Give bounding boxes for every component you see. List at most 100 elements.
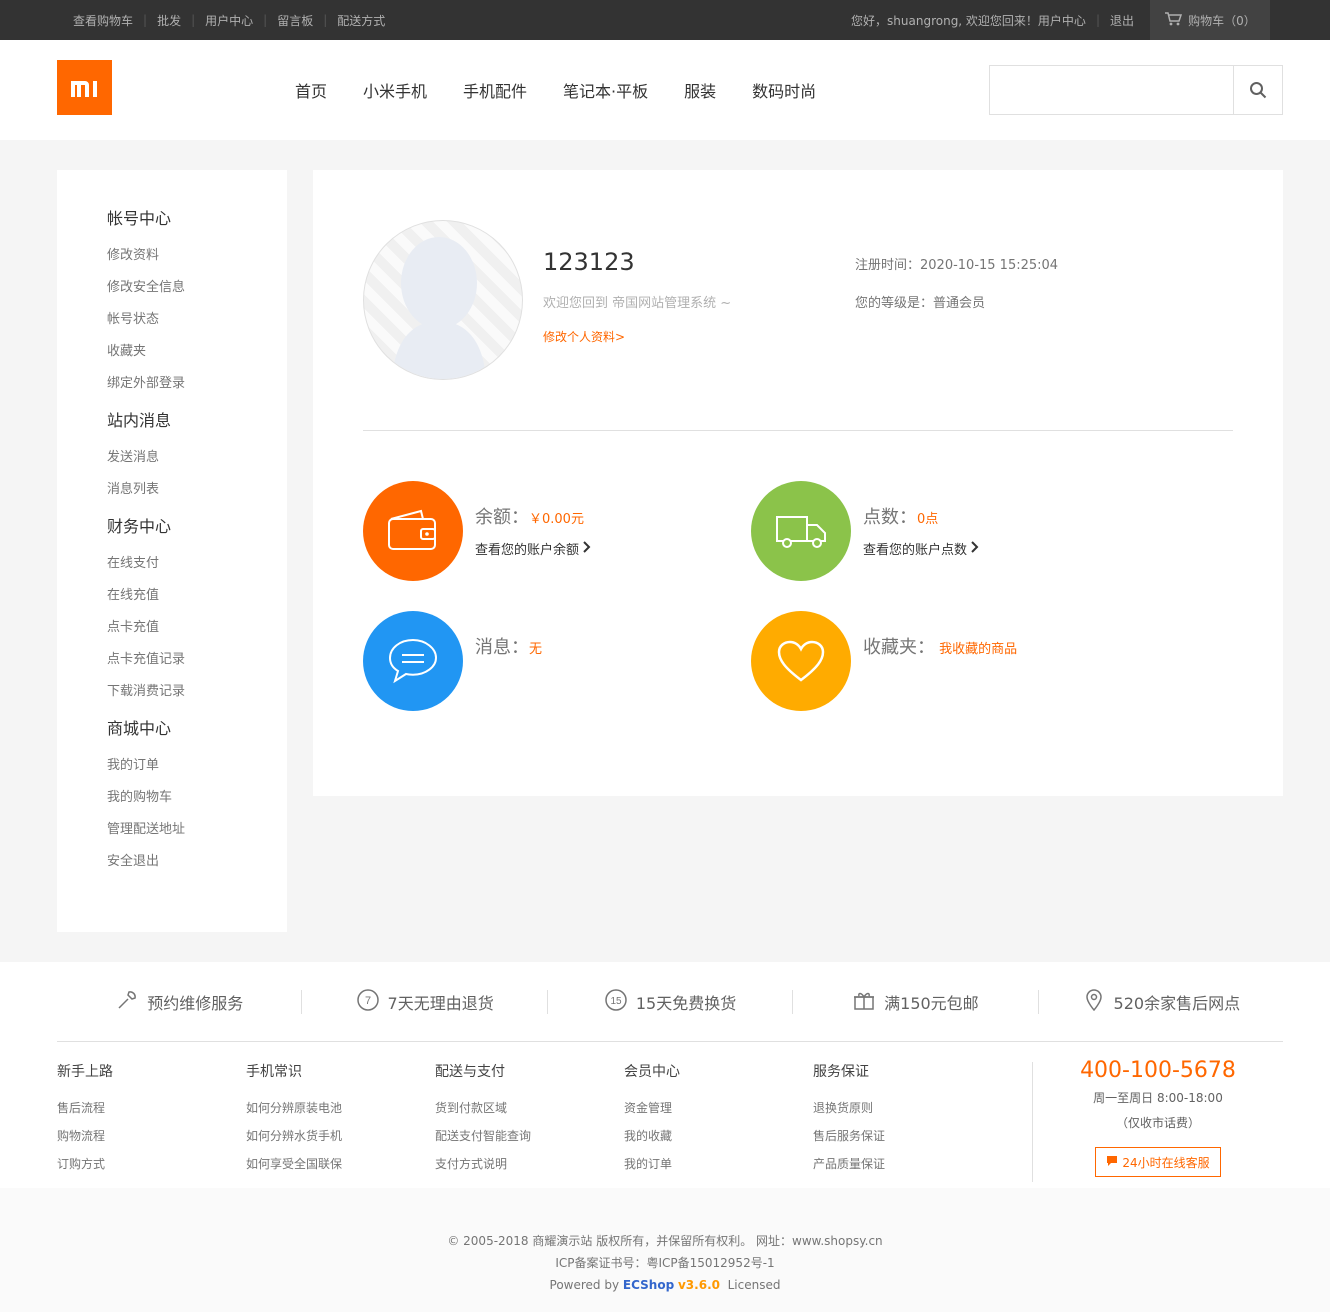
search-button[interactable]: [1233, 66, 1282, 114]
footer-link[interactable]: 配送支付智能查询: [435, 1122, 624, 1150]
footer-col-title: 新手上路: [57, 1064, 113, 1080]
service-free-shipping[interactable]: 满150元包邮: [793, 988, 1039, 1016]
divider: [363, 430, 1233, 431]
sidebar-item-send-message[interactable]: 发送消息: [107, 442, 287, 474]
gift-icon: [852, 988, 876, 1016]
separator: |: [143, 13, 148, 27]
edit-profile-link[interactable]: 修改个人资料>: [543, 328, 625, 345]
sidebar-item-my-orders[interactable]: 我的订单: [107, 750, 287, 782]
sidebar-item-card-recharge[interactable]: 点卡充值: [107, 612, 287, 644]
footer-link[interactable]: 如何分辨水货手机: [246, 1122, 435, 1150]
stat-favorites: 收藏夹： 我收藏的商品: [751, 611, 1017, 711]
cart-label: 购物车（0）: [1188, 13, 1256, 28]
mi-logo[interactable]: [57, 60, 112, 115]
sidebar-item-edit-profile[interactable]: 修改资料: [107, 240, 287, 272]
nav-xiaomi-phones[interactable]: 小米手机: [363, 78, 427, 102]
welcome-text: 欢迎您回到 帝国网站管理系统 ~: [543, 296, 732, 311]
nav-phone-accessories[interactable]: 手机配件: [463, 78, 527, 102]
member-level: 您的等级是：普通会员: [855, 296, 986, 311]
logout-link[interactable]: 退出: [1110, 12, 1134, 29]
user-greeting-link[interactable]: 您好，shuangrong, 欢迎您回来！用户中心: [851, 12, 1086, 29]
copyright-line: © 2005-2018 商耀演示站 版权所有，并保留所有权利。 网址：www.s…: [447, 1234, 883, 1248]
service-service-points[interactable]: 520余家售后网点: [1039, 988, 1283, 1014]
online-service-button[interactable]: 24小时在线客服: [1095, 1147, 1221, 1177]
top-right: 您好，shuangrong, 欢迎您回来！用户中心 | 退出 购物车（0）: [851, 0, 1270, 40]
footer-link[interactable]: 我的订单: [624, 1150, 813, 1178]
account-overview: 123123 欢迎您回到 帝国网站管理系统 ~ 修改个人资料> 注册时间：202…: [313, 170, 1283, 796]
footer-link[interactable]: 购物流程: [57, 1122, 246, 1150]
sidebar-group-messages: 站内消息 发送消息 消息列表: [107, 410, 287, 506]
online-service-label: 24小时在线客服: [1122, 1155, 1210, 1170]
footer-link[interactable]: 产品质量保证: [813, 1150, 1002, 1178]
top-link-shipping[interactable]: 配送方式: [337, 12, 385, 29]
sidebar-item-security-info[interactable]: 修改安全信息: [107, 272, 287, 304]
top-link-message-board[interactable]: 留言板: [277, 12, 313, 29]
footer-link[interactable]: 售后服务保证: [813, 1122, 1002, 1150]
copyright: © 2005-2018 商耀演示站 版权所有，并保留所有权利。 网址：www.s…: [0, 1188, 1330, 1312]
footer-link[interactable]: 支付方式说明: [435, 1150, 624, 1178]
sidebar-item-logout[interactable]: 安全退出: [107, 846, 287, 878]
service-label: 满150元包邮: [884, 993, 979, 1013]
top-link-user-center[interactable]: 用户中心: [205, 12, 253, 29]
service-7day-return[interactable]: 7 7天无理由退货: [302, 988, 548, 1014]
top-links: 查看购物车 | 批发 | 用户中心 | 留言板 | 配送方式: [73, 0, 385, 40]
ecshop-link[interactable]: ECShop: [623, 1278, 674, 1292]
wrench-icon: [115, 988, 139, 1016]
favorites-link[interactable]: 我收藏的商品: [939, 642, 1017, 657]
fifteen-day-icon: 15: [604, 988, 628, 1016]
main-nav: 首页 小米手机 手机配件 笔记本·平板 服装 数码时尚: [295, 40, 816, 140]
footer-link[interactable]: 退换货原则: [813, 1094, 1002, 1122]
sidebar-item-online-recharge[interactable]: 在线充值: [107, 580, 287, 612]
service-label: 预约维修服务: [147, 993, 244, 1013]
footer-link[interactable]: 货到付款区域: [435, 1094, 624, 1122]
separator: |: [1095, 13, 1100, 27]
footer-link[interactable]: 如何分辨原装电池: [246, 1094, 435, 1122]
footer-col-phone-tips: 手机常识 如何分辨原装电池 如何分辨水货手机 如何享受全国联保: [246, 1062, 435, 1178]
stat-messages: 消息：无: [363, 611, 542, 711]
sidebar-item-online-payment[interactable]: 在线支付: [107, 548, 287, 580]
service-repair[interactable]: 预约维修服务: [57, 988, 303, 1016]
chevron-right-icon: [583, 540, 591, 557]
footer-link[interactable]: 订购方式: [57, 1150, 246, 1178]
sidebar-item-account-status[interactable]: 帐号状态: [107, 304, 287, 336]
sidebar-item-card-recharge-log[interactable]: 点卡充值记录: [107, 644, 287, 676]
sidebar-group-finance: 财务中心 在线支付 在线充值 点卡充值 点卡充值记录 下载消费记录: [107, 516, 287, 708]
user-silhouette-icon: [392, 237, 486, 379]
footer-link[interactable]: 如何享受全国联保: [246, 1150, 435, 1178]
footer-link[interactable]: 我的收藏: [624, 1122, 813, 1150]
nav-laptops-tablets[interactable]: 笔记本·平板: [563, 78, 648, 102]
balance-label: 余额：: [475, 507, 529, 528]
service-15day-exchange[interactable]: 15 15天免费换货: [548, 988, 794, 1016]
nav-digital-fashion[interactable]: 数码时尚: [752, 78, 816, 102]
stat-balance: 余额：￥0.00元 查看您的账户余额: [363, 481, 591, 581]
messages-label: 消息：: [475, 637, 529, 658]
view-points-link[interactable]: 查看您的账户点数: [863, 539, 979, 558]
view-points-label: 查看您的账户点数: [863, 543, 968, 558]
wallet-icon: [363, 481, 463, 581]
top-link-wholesale[interactable]: 批发: [157, 12, 181, 29]
sidebar-item-favorites[interactable]: 收藏夹: [107, 336, 287, 368]
footer-link[interactable]: 售后流程: [57, 1094, 246, 1122]
separator: |: [323, 13, 328, 27]
messages-value: 无: [529, 642, 543, 657]
sidebar-group-title: 财务中心: [107, 517, 172, 536]
service-hours: 周一至周日 8:00-18:00: [1093, 1091, 1223, 1105]
search-input[interactable]: [990, 66, 1233, 114]
truck-icon: [751, 481, 851, 581]
sidebar-item-addresses[interactable]: 管理配送地址: [107, 814, 287, 846]
nav-home[interactable]: 首页: [295, 78, 327, 102]
sidebar-item-my-cart[interactable]: 我的购物车: [107, 782, 287, 814]
sidebar-item-message-list[interactable]: 消息列表: [107, 474, 287, 506]
footer-col-guarantee: 服务保证 退换货原则 售后服务保证 产品质量保证: [813, 1062, 1002, 1178]
cart-button[interactable]: 购物车（0）: [1150, 0, 1270, 40]
sidebar-item-download-log[interactable]: 下载消费记录: [107, 676, 287, 708]
chat-bubble-icon: [363, 611, 463, 711]
sidebar-item-external-login[interactable]: 绑定外部登录: [107, 368, 287, 400]
view-balance-link[interactable]: 查看您的账户余额: [475, 539, 591, 558]
nav-clothing[interactable]: 服装: [684, 78, 716, 102]
top-link-view-cart[interactable]: 查看购物车: [73, 12, 133, 29]
footer-link[interactable]: 资金管理: [624, 1094, 813, 1122]
hotline-number: 400-100-5678: [1080, 1058, 1236, 1083]
account-sidebar: 帐号中心 修改资料 修改安全信息 帐号状态 收藏夹 绑定外部登录 站内消息 发送…: [57, 170, 287, 932]
sidebar-group-title: 帐号中心: [107, 209, 172, 228]
